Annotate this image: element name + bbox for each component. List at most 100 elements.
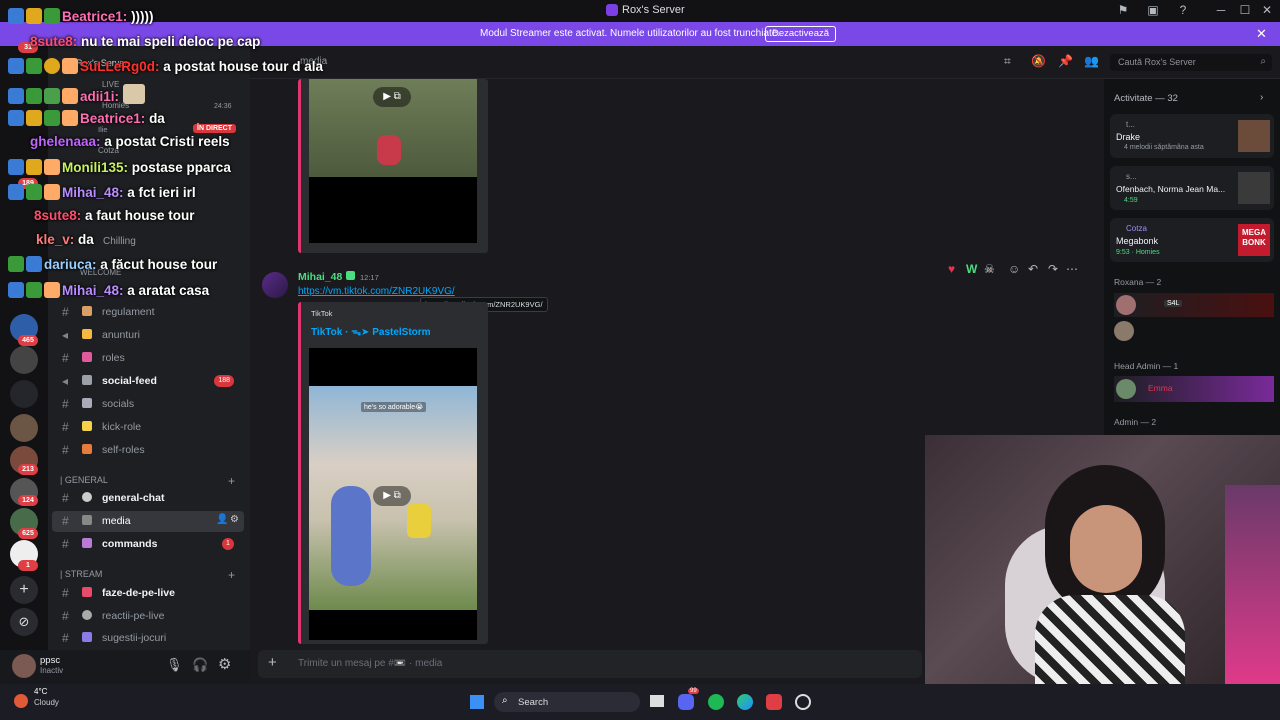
taskbar-search[interactable]: ⌕ Search [494,692,640,712]
tiktok-embed: TikTok TikTok · ᯓ➤ PastelStorm he's so a… [298,302,488,644]
chat-message: 8sute8: a faut house tour [34,208,195,223]
chat-message: dariuca: a făcut house tour [8,256,217,278]
screen-icon[interactable]: ▣ [1144,3,1162,17]
mute-bell-icon[interactable]: 🔕 [1031,54,1046,68]
reply-icon[interactable]: ↶ [1028,262,1038,276]
skull-icon[interactable]: ☠ [984,262,995,276]
roles-icon [82,352,92,362]
member-tag: S4L [1164,300,1183,307]
rainbow-icon [82,444,92,454]
video-letterbox [309,610,477,640]
activity-card[interactable]: t... Drake 4 melodii săptămâna asta [1110,114,1274,158]
channel-social-feed[interactable]: ◂ social-feed 188 [52,371,244,392]
add-server-icon[interactable]: + [10,576,38,604]
headphones-icon[interactable]: 🎧 [192,657,208,673]
video-thumbnail[interactable]: he's so adorable😭 ▶ ⧉ [309,386,477,610]
add-reaction-icon[interactable]: ☺ [1008,262,1020,276]
discord-icon[interactable] [678,694,694,710]
channel-reactii-pe-live[interactable]: # reactii-pe-live [52,606,244,627]
category-stream[interactable]: | STREAM + [60,568,235,582]
unread-badge: 1 [222,538,234,550]
activity-card[interactable]: Cotza Megabonk 9:53 · Homies MEGA BONK [1110,218,1274,262]
app-icon[interactable] [766,694,782,710]
discover-icon[interactable]: ⊘ [10,608,38,636]
video-caption: he's so adorable😭 [361,402,427,412]
person-shirt [1035,595,1185,685]
spotify-icon[interactable] [708,694,724,710]
video-letterbox [309,348,477,386]
embed-title[interactable]: TikTok · ᯓ➤ PastelStorm [311,324,431,338]
hash-icon: # [62,514,69,528]
maximize-button[interactable]: ☐ [1236,3,1254,17]
server-badge: 213 [18,464,38,475]
more-icon[interactable]: ⋯ [1066,262,1078,276]
channel-self-roles[interactable]: # self-roles [52,440,244,461]
microphone-icon[interactable]: 🎙 [166,657,183,673]
channel-roles[interactable]: # roles [52,348,244,369]
message-composer[interactable]: + Trimite un mesaj pe #📼 · media [258,650,922,678]
user-status: Inactiv [40,666,64,675]
minimize-button[interactable]: ─ [1212,3,1230,17]
chevron-right-icon[interactable]: › [1260,92,1263,103]
activity-header[interactable]: Activitate — 32 [1114,93,1178,104]
server-badge: 625 [18,528,38,539]
threads-icon[interactable]: ⌗ [1004,54,1011,69]
server-icon[interactable] [10,380,38,408]
pin-icon[interactable]: 📌 [1058,54,1073,68]
disable-streamer-button[interactable]: Dezactivează [765,26,837,42]
heart-icon[interactable]: ♥ [948,262,955,276]
channel-commands[interactable]: # commands 1 [52,534,244,555]
member-row[interactable]: S4L [1114,293,1274,317]
banner-close-icon[interactable]: ✕ [1256,26,1267,42]
message-actions: ♥ W ☠ ☺ ↶ ↷ ⋯ [948,262,1086,280]
server-icon[interactable] [10,414,38,442]
channel-media[interactable]: # media 👤 ⚙ [52,511,244,532]
stream-chat-overlay: Beatrice1: ))))) 8sute8: nu te mai speli… [0,6,380,306]
username: ppsc [40,655,61,666]
avatar[interactable] [1114,321,1134,341]
avatar[interactable] [12,654,36,678]
channel-faze-de-pe-live[interactable]: # faze-de-pe-live [52,583,244,604]
inbox-icon[interactable]: ⚑ [1114,3,1132,17]
member-name: Emma [1148,383,1173,393]
members-icon[interactable]: 👥 [1084,54,1099,68]
help-icon[interactable]: ? [1174,3,1192,17]
hash-icon: # [62,420,69,434]
channel-socials[interactable]: # socials [52,394,244,415]
hash-icon: # [62,586,69,600]
edge-icon[interactable] [737,694,753,710]
member-row[interactable]: Emma [1114,376,1274,402]
game-cover: MEGA BONK [1238,224,1270,256]
window-title: Rox's Server [622,4,685,16]
channel-sugestii-jocuri[interactable]: # sugestii-jocuri [52,628,244,649]
megaphone-icon: ◂ [62,374,69,388]
forward-icon[interactable]: ↷ [1048,262,1058,276]
obs-icon[interactable] [795,694,811,710]
chat-message: ghelenaaa: a postat Cristi reels [30,134,230,149]
channel-kick-role[interactable]: # kick-role [52,417,244,438]
user-settings-icon[interactable]: ⚙ [218,655,231,673]
avatar [1116,295,1136,315]
add-channel-icon[interactable]: + [228,568,235,582]
channel-general-chat[interactable]: # general-chat [52,488,244,509]
attach-plus-icon[interactable]: + [268,654,277,671]
category-general[interactable]: | GENERAL + [60,474,235,488]
channel-anunturi[interactable]: ◂ anunturi [52,325,244,346]
member-group-header: Admin — 2 [1114,417,1157,427]
server-icon[interactable] [10,346,38,374]
close-window-button[interactable]: ✕ [1258,3,1276,17]
search-input[interactable]: Caută Rox's Server ⌕ [1110,54,1272,71]
server-badge: 124 [18,495,38,506]
start-icon[interactable] [470,695,484,709]
face-icon [82,610,92,620]
add-channel-icon[interactable]: + [228,474,235,488]
activity-card[interactable]: s... Ofenbach, Norma Jean Ma... 4:59 [1110,166,1274,210]
settings-gear-icon[interactable]: ⚙ [230,514,239,525]
album-cover [1238,120,1270,152]
invite-icon[interactable]: 👤 [216,514,228,525]
w-emoji-icon[interactable]: W [966,262,977,276]
hash-icon: # [62,491,69,505]
task-view-icon[interactable] [650,695,664,707]
chat-message: Monili135: postase pparca [8,159,231,181]
play-icon[interactable]: ▶ ⧉ [373,486,411,506]
